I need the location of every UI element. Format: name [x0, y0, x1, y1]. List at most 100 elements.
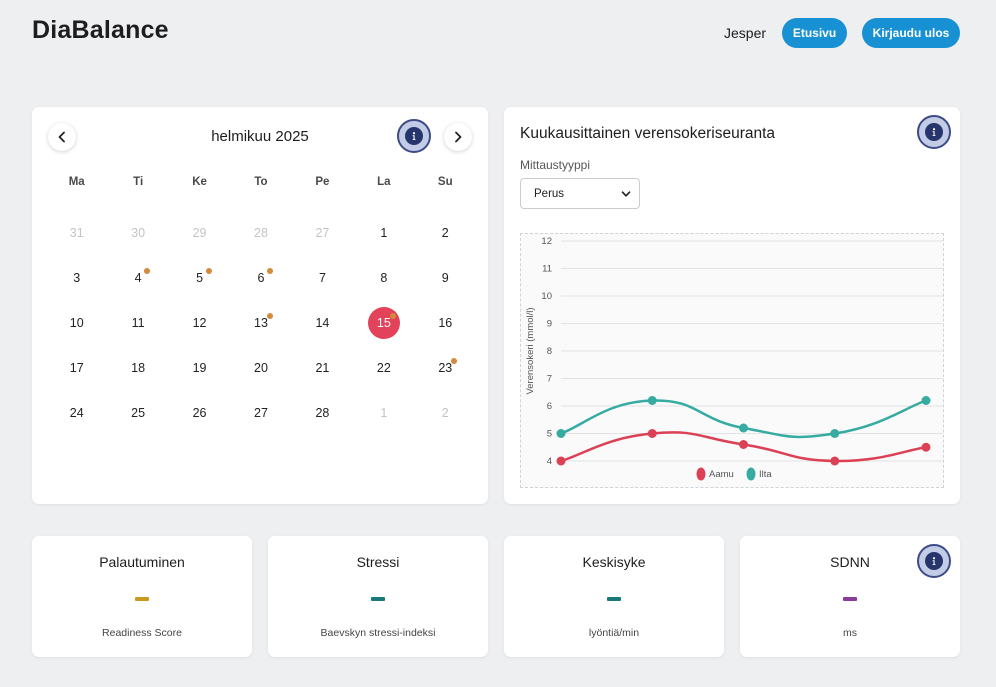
- calendar-day[interactable]: 11: [107, 301, 168, 346]
- calendar-day-selected[interactable]: 15: [353, 301, 414, 346]
- chart-info-button[interactable]: [917, 115, 951, 149]
- day-number: 18: [131, 360, 146, 375]
- day-number: 20: [254, 360, 268, 375]
- weekday-label: To: [254, 176, 268, 188]
- calendar-day[interactable]: 28: [230, 211, 291, 256]
- calendar-card: helmikuu 2025 Ma Ti Ke To Pe La Su 31 30 29 28 27 1…: [32, 107, 488, 504]
- calendar-day[interactable]: 14: [292, 301, 353, 346]
- user-name: Jesper: [724, 25, 767, 41]
- home-button[interactable]: Etusivu: [782, 18, 847, 48]
- chevron-right-icon: [455, 131, 462, 143]
- day-number: 28: [254, 226, 268, 241]
- calendar-day[interactable]: 25: [107, 390, 168, 435]
- metric-subtitle: lyöntiä/min: [588, 627, 640, 639]
- calendar-day[interactable]: 7: [292, 256, 353, 301]
- data-point[interactable]: [830, 429, 840, 438]
- calendar-day[interactable]: 13: [230, 301, 291, 346]
- y-tick-label: 10: [541, 291, 552, 302]
- legend-label[interactable]: Ilta: [759, 469, 772, 480]
- metric-subtitle: Baevskyn stressi-indeksi: [320, 627, 436, 639]
- metric-card-recovery: Palautuminen Readiness Score: [32, 536, 252, 657]
- entry-indicator-dot: [266, 312, 273, 319]
- legend-label[interactable]: Aamu: [709, 469, 734, 480]
- legend-swatch: [746, 467, 756, 481]
- data-point[interactable]: [556, 429, 566, 438]
- calendar-day[interactable]: 26: [169, 390, 230, 435]
- data-point[interactable]: [921, 442, 931, 452]
- calendar-day[interactable]: 17: [46, 345, 107, 390]
- measurement-type-value: Perus: [534, 187, 565, 200]
- day-number: 7: [318, 271, 326, 286]
- calendar-day[interactable]: 28: [292, 390, 353, 435]
- metric-value-placeholder: [607, 597, 621, 601]
- calendar-day[interactable]: 3: [46, 256, 107, 301]
- measurement-type-select[interactable]: Perus: [520, 178, 640, 209]
- metric-title: Palautuminen: [99, 554, 185, 570]
- calendar-day[interactable]: 8: [353, 256, 414, 301]
- calendar-day[interactable]: 22: [353, 345, 414, 390]
- calendar-day[interactable]: 10: [46, 301, 107, 346]
- weekday-label: Ke: [192, 176, 207, 188]
- metric-value-placeholder: [843, 597, 857, 601]
- calendar-day[interactable]: 30: [107, 211, 168, 256]
- day-number: 25: [131, 405, 146, 420]
- day-number: 2: [441, 405, 449, 420]
- entry-indicator-dot: [144, 268, 151, 275]
- y-tick-label: 9: [547, 319, 552, 330]
- day-number: 19: [192, 360, 207, 375]
- day-number: 13: [245, 307, 277, 339]
- day-number: 4: [122, 262, 154, 294]
- calendar-day[interactable]: 21: [292, 345, 353, 390]
- calendar-day[interactable]: 27: [292, 211, 353, 256]
- metric-subtitle: Readiness Score: [102, 627, 182, 639]
- weekday-label: La: [377, 176, 391, 188]
- chevron-down-icon: [621, 190, 631, 197]
- y-tick-label: 6: [547, 401, 552, 412]
- data-point[interactable]: [556, 456, 566, 466]
- chart-title: Kuukausittainen verensokeriseuranta: [520, 125, 776, 142]
- day-number: 27: [254, 405, 268, 420]
- y-tick-label: 8: [547, 346, 552, 357]
- calendar-day[interactable]: 19: [169, 345, 230, 390]
- day-number: 28: [315, 405, 330, 420]
- calendar-day[interactable]: 6: [230, 256, 291, 301]
- data-point[interactable]: [830, 456, 840, 466]
- day-number: 11: [131, 315, 145, 330]
- day-number: 16: [438, 315, 453, 330]
- next-month-button[interactable]: [444, 123, 472, 151]
- entry-indicator-dot: [389, 312, 396, 319]
- data-point[interactable]: [647, 429, 657, 438]
- calendar-day[interactable]: 1: [353, 211, 414, 256]
- logout-button[interactable]: Kirjaudu ulos: [862, 18, 960, 48]
- calendar-day[interactable]: 4: [107, 256, 168, 301]
- metric-value-placeholder: [135, 597, 149, 601]
- metric-card-stress: Stressi Baevskyn stressi-indeksi: [268, 536, 488, 657]
- data-point[interactable]: [739, 440, 748, 449]
- day-number: 22: [376, 360, 391, 375]
- calendar-info-button[interactable]: [397, 119, 431, 153]
- calendar-day[interactable]: 2: [415, 211, 476, 256]
- data-point[interactable]: [739, 423, 748, 433]
- calendar-day[interactable]: 27: [230, 390, 291, 435]
- calendar-day[interactable]: 29: [169, 211, 230, 256]
- day-number: 27: [315, 226, 330, 241]
- calendar-day[interactable]: 2: [415, 390, 476, 435]
- calendar-day[interactable]: 16: [415, 301, 476, 346]
- glucose-plot: 4 5 6 7 8 9 10 11 12 Verensokeri (mmol/l) Aamu Ilta: [520, 233, 944, 488]
- calendar-day[interactable]: 18: [107, 345, 168, 390]
- calendar-day[interactable]: 1: [353, 390, 414, 435]
- calendar-day[interactable]: 12: [169, 301, 230, 346]
- calendar-day[interactable]: 31: [46, 211, 107, 256]
- calendar-day[interactable]: 5: [169, 256, 230, 301]
- info-icon: [925, 123, 943, 141]
- day-number: 12: [192, 315, 207, 330]
- calendar-day[interactable]: 24: [46, 390, 107, 435]
- calendar-day[interactable]: 23: [415, 345, 476, 390]
- data-point[interactable]: [647, 396, 657, 405]
- sdnn-info-button[interactable]: [917, 544, 951, 578]
- data-point[interactable]: [921, 396, 931, 405]
- calendar-day[interactable]: 20: [230, 345, 291, 390]
- calendar-day[interactable]: 9: [415, 256, 476, 301]
- day-number: 6: [245, 262, 277, 294]
- day-number: 3: [73, 271, 81, 286]
